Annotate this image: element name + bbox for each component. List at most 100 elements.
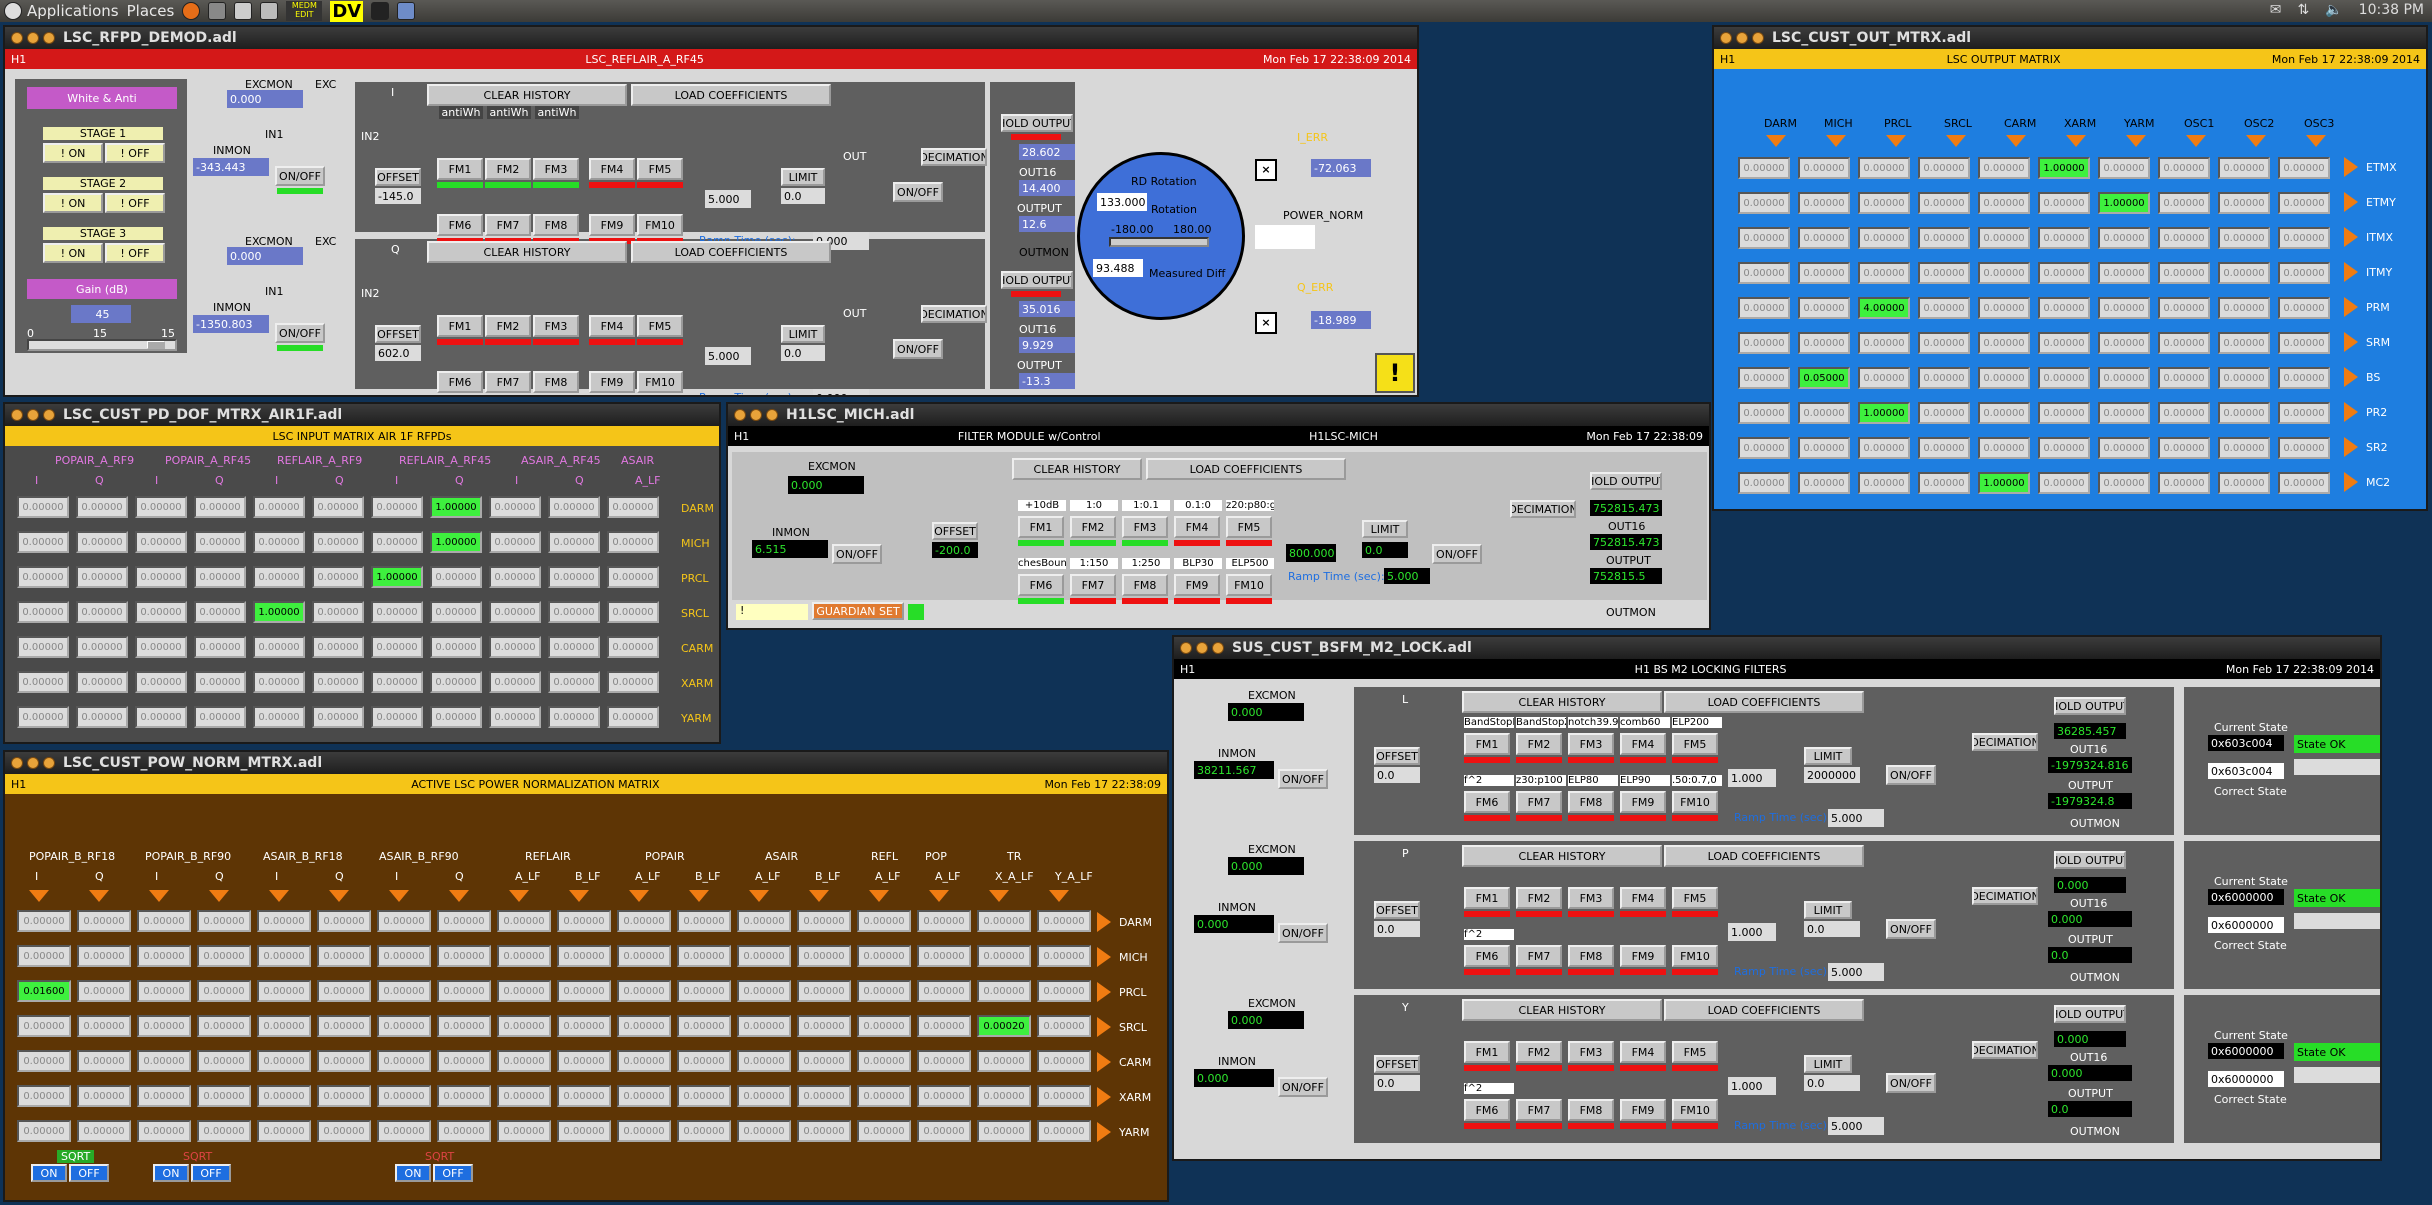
matrix-cell[interactable]: 0.00000 (497, 910, 551, 932)
sus-limit-value[interactable]: 0.0 (1804, 1075, 1860, 1091)
matrix-cell[interactable]: 0.00000 (1918, 192, 1970, 214)
matrix-cell[interactable]: 0.00000 (76, 671, 128, 693)
matrix-cell[interactable]: 0.00000 (2158, 402, 2210, 424)
matrix-cell[interactable]: 0.00000 (437, 1050, 491, 1072)
matrix-cell[interactable]: 0.00000 (2098, 227, 2150, 249)
sus-fm-button[interactable]: FM4 (1620, 733, 1666, 755)
matrix-cell[interactable]: 0.00000 (2038, 367, 2090, 389)
matrix-cell[interactable]: 0.00000 (917, 1085, 971, 1107)
matrix-cell[interactable]: 0.00000 (253, 566, 305, 588)
sus-fm-button[interactable]: FM1 (1464, 1041, 1510, 1063)
sus-onoff-button[interactable]: ON/OFF (1278, 769, 1328, 789)
clock[interactable]: 10:38 PM (2359, 2, 2424, 18)
matrix-cell[interactable]: 0.00000 (1858, 192, 1910, 214)
matrix-cell[interactable]: 0.00000 (737, 1120, 791, 1142)
matrix-cell[interactable]: 0.00000 (253, 706, 305, 728)
i-fm-button[interactable]: FM5 (637, 158, 683, 180)
limit-value[interactable]: 0.0 (1362, 542, 1408, 558)
matrix-cell[interactable]: 4.00000 (1858, 297, 1910, 319)
matrix-cell[interactable]: 0.00000 (17, 706, 69, 728)
matrix-cell[interactable]: 0.00000 (1037, 1015, 1091, 1037)
matrix-cell[interactable]: 0.00000 (497, 1120, 551, 1142)
matrix-cell[interactable]: 0.00000 (617, 1015, 671, 1037)
matrix-cell[interactable]: 0.00000 (1858, 472, 1910, 494)
i-fm-button[interactable]: FM2 (485, 158, 531, 180)
matrix-cell[interactable]: 0.00000 (2158, 367, 2210, 389)
sus-decimation-button[interactable]: DECIMATION (1972, 887, 2038, 905)
matrix-cell[interactable]: 0.00000 (617, 945, 671, 967)
matrix-cell[interactable]: 0.00000 (437, 1085, 491, 1107)
matrix-cell[interactable]: 0.00000 (607, 566, 659, 588)
matrix-cell[interactable]: 0.00000 (377, 1015, 431, 1037)
files-icon[interactable] (260, 2, 279, 20)
i-offset-button[interactable]: OFFSET (375, 168, 421, 186)
sus-fm-button[interactable]: FM9 (1620, 1099, 1666, 1121)
matrix-cell[interactable]: 0.00000 (489, 671, 541, 693)
sus-limit-value[interactable]: 0.0 (1804, 921, 1860, 937)
matrix-cell[interactable]: 0.00000 (2038, 297, 2090, 319)
matrix-cell[interactable]: 0.00000 (371, 496, 423, 518)
matrix-cell[interactable]: 0.00000 (917, 1050, 971, 1072)
fm-button[interactable]: FM5 (1226, 516, 1272, 538)
matrix-cell[interactable]: 0.00000 (2278, 472, 2330, 494)
matrix-cell[interactable]: 0.00000 (548, 706, 600, 728)
stage1-off-button[interactable]: ! OFF (105, 143, 165, 163)
matrix-cell[interactable]: 0.00000 (17, 945, 71, 967)
matrix-cell[interactable]: 0.00000 (371, 706, 423, 728)
stage1-on-button[interactable]: ! ON (43, 143, 103, 163)
matrix-cell[interactable]: 0.00000 (17, 531, 69, 553)
sus-fm-button[interactable]: FM7 (1516, 1099, 1562, 1121)
sus-offset-button[interactable]: OFFSET (1374, 747, 1420, 765)
matrix-cell[interactable]: 0.00000 (17, 601, 69, 623)
sus-offset-button[interactable]: OFFSET (1374, 901, 1420, 919)
i-fm-button[interactable]: FM10 (637, 214, 683, 236)
matrix-cell[interactable]: 0.00000 (677, 1085, 731, 1107)
matrix-cell[interactable]: 0.00000 (917, 910, 971, 932)
matrix-cell[interactable]: 0.00000 (917, 1015, 971, 1037)
matrix-cell[interactable]: 0.00000 (194, 636, 246, 658)
matrix-cell[interactable]: 0.00000 (548, 636, 600, 658)
matrix-cell[interactable]: 0.00000 (76, 601, 128, 623)
matrix-cell[interactable]: 0.00000 (257, 1085, 311, 1107)
sus-fm-button[interactable]: FM7 (1516, 791, 1562, 813)
matrix-cell[interactable]: 0.00000 (77, 980, 131, 1002)
sus-out-onoff-button[interactable]: ON/OFF (1886, 919, 1936, 939)
matrix-cell[interactable]: 0.00000 (2038, 227, 2090, 249)
matrix-cell[interactable]: 0.00000 (257, 945, 311, 967)
matrix-cell[interactable]: 0.00000 (489, 706, 541, 728)
matrix-cell[interactable]: 0.00000 (917, 1120, 971, 1142)
matrix-cell[interactable]: 0.00000 (437, 910, 491, 932)
matrix-cell[interactable]: 0.00000 (857, 910, 911, 932)
matrix-cell[interactable]: 0.00000 (857, 945, 911, 967)
matrix-cell[interactable]: 0.00000 (77, 945, 131, 967)
q-decimation-button[interactable]: DECIMATION (921, 305, 987, 323)
matrix-cell[interactable]: 0.00000 (317, 1015, 371, 1037)
sus-limit-button[interactable]: LIMIT (1804, 747, 1852, 765)
matrix-cell[interactable]: 0.00000 (437, 980, 491, 1002)
matrix-cell[interactable]: 0.00000 (17, 1085, 71, 1107)
matrix-cell[interactable]: 0.00000 (76, 566, 128, 588)
sus-fm-button[interactable]: FM2 (1516, 733, 1562, 755)
matrix-cell[interactable]: 0.00000 (312, 706, 364, 728)
matrix-cell[interactable]: 0.00020 (977, 1015, 1031, 1037)
matrix-cell[interactable]: 0.00000 (135, 566, 187, 588)
maximize-icon[interactable] (1752, 32, 1764, 44)
sus-fm-button[interactable]: FM8 (1568, 1099, 1614, 1121)
matrix-cell[interactable]: 0.00000 (489, 496, 541, 518)
matrix-cell[interactable]: 0.00000 (76, 496, 128, 518)
matrix-cell[interactable]: 0.00000 (194, 531, 246, 553)
matrix-cell[interactable]: 0.00000 (557, 980, 611, 1002)
sus-fm-button[interactable]: FM6 (1464, 791, 1510, 813)
matrix-cell[interactable]: 0.00000 (317, 1085, 371, 1107)
i-decimation-button[interactable]: DECIMATION (921, 148, 987, 166)
i-onoff-button[interactable]: ON/OFF (275, 166, 325, 186)
matrix-cell[interactable]: 0.00000 (312, 531, 364, 553)
matrix-cell[interactable]: 0.00000 (497, 945, 551, 967)
applications-menu[interactable]: Applications (4, 2, 119, 20)
sus-onoff-button[interactable]: ON/OFF (1278, 923, 1328, 943)
matrix-cell[interactable]: 0.00000 (194, 496, 246, 518)
minimize-icon[interactable] (27, 757, 39, 769)
matrix-cell[interactable]: 0.00000 (497, 1015, 551, 1037)
medm-edit-icon[interactable]: MEDM EDIT (286, 1, 323, 21)
i-fm-button[interactable]: FM9 (589, 214, 635, 236)
